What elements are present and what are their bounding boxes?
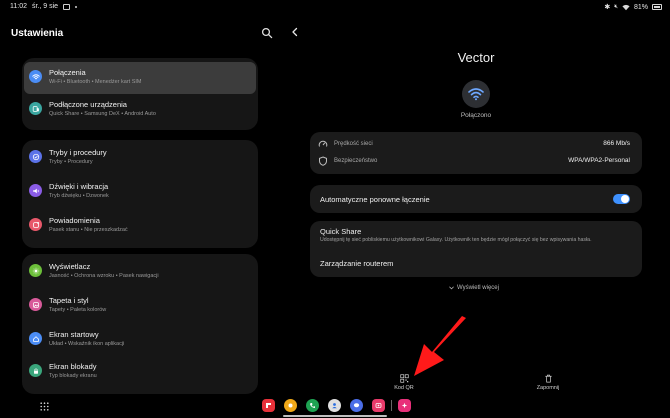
bixby-routines-app-icon[interactable] [398,399,411,412]
dock-separator [391,400,392,411]
home-screen-icon [29,332,42,345]
clock: 11:02 [10,3,27,10]
quick-share-title: Quick Share [320,227,362,236]
sidebar-item-label: Dźwięki i wibracja [49,182,109,191]
lock-icon [29,364,42,377]
sidebar-item-connected-devices[interactable]: Podłączone urządzenia Quick Share • Sams… [24,94,256,126]
taskbar [0,395,670,418]
network-wifi-badge [462,80,490,108]
sidebar-item-sublabel: Wi-Fi • Bluetooth • Menedżer kart SIM [49,79,142,85]
network-speed-label: Prędkość sieci [334,141,373,147]
quick-share-row[interactable]: Quick Share Udostępnij tę sieć pobliskie… [310,221,642,249]
mute-icon: 🔇︎ [614,3,618,10]
qr-code-icon [399,374,409,383]
auto-reconnect-label: Automatyczne ponowne łączenie [320,195,430,204]
battery-icon [652,4,662,10]
sidebar-item-modes[interactable]: Tryby i procedury Tryby • Procedury [24,142,256,174]
modes-icon [29,150,42,163]
red-arrow-annotation [414,316,466,376]
sidebar-item-label: Ekran startowy [49,330,99,339]
screen-recorder-app-icon[interactable] [372,399,385,412]
sidebar-item-sublabel: Typ blokady ekranu [49,373,97,379]
sidebar-item-label: Wyświetlacz [49,262,91,271]
network-name: Vector [457,50,495,65]
network-speed-value: 866 Mb/s [603,140,630,147]
gallery-app-icon[interactable] [284,399,297,412]
sidebar-item-sublabel: Tryby • Procedury [49,159,93,165]
shield-icon [319,156,327,166]
network-security-row: Bezpieczeństwo WPA/WPA2-Personal [310,153,642,171]
flipboard-app-icon[interactable] [262,399,275,412]
sidebar-item-sublabel: Układ • Wskaźnik ikon aplikacji [49,341,125,347]
sidebar-item-label: Połączenia [49,68,86,77]
bluetooth-icon: ✱ [604,4,611,11]
wallpaper-icon [29,298,42,311]
quick-share-description: Udostępnij tę sieć pobliskiemu użytkowni… [320,237,592,243]
sidebar-item-sublabel: Tapety • Paleta kolorów [49,307,107,313]
sidebar-item-label: Podłączone urządzenia [49,100,127,109]
qr-code-label: Kod QR [394,385,414,391]
devices-icon [29,102,42,115]
auto-reconnect-card[interactable]: Automatyczne ponowne łączenie [310,185,642,213]
router-management-row[interactable]: Zarządzanie routerem [310,253,642,275]
forget-network-button[interactable]: Zapomnij [528,374,568,391]
more-notifications-icon [75,5,78,8]
back-arrow-icon[interactable] [289,26,301,38]
trash-icon [544,374,552,383]
sidebar-item-label: Tryby i procedury [49,148,107,157]
sidebar-item-label: Tapeta i styl [49,296,89,305]
sidebar-item-home-screen[interactable]: Ekran startowy Układ • Wskaźnik ikon apl… [24,324,256,356]
contacts-app-icon[interactable] [328,399,341,412]
network-speed-row: Prędkość sieci 866 Mb/s [310,136,642,154]
gallery-notification-icon [63,3,71,10]
notification-icon [29,218,42,231]
network-security-label: Bezpieczeństwo [334,158,378,164]
search-icon[interactable] [261,27,273,39]
sidebar-item-sublabel: Quick Share • Samsung DeX • Android Auto [49,111,156,117]
forget-network-label: Zapomnij [536,385,560,391]
wifi-status-icon [622,4,630,10]
page-title: Ustawienia [11,28,64,39]
show-more-label: Wyświetl więcej [457,285,499,291]
sidebar-item-display[interactable]: Wyświetlacz Jasność • Ochrona wzroku • P… [24,256,256,288]
sidebar-item-connections[interactable]: Połączenia Wi-Fi • Bluetooth • Menedżer … [24,62,256,94]
sidebar-item-label: Ekran blokady [49,362,97,371]
settings-panel: Ustawienia Połączenia Wi-Fi • Bluetooth … [0,14,280,394]
network-actions-card: Quick Share Udostępnij tę sieć pobliskie… [310,221,642,277]
wifi-icon [29,70,42,83]
sidebar-item-wallpaper[interactable]: Tapeta i styl Tapety • Paleta kolorów [24,290,256,322]
sidebar-item-sublabel: Pasek stanu • Nie przeszkadzać [49,227,128,233]
sound-icon [29,184,42,197]
sidebar-item-lock-screen[interactable]: Ekran blokady Typ blokady ekranu [24,356,256,388]
date: śr., 9 sie [32,3,59,10]
network-security-value: WPA/WPA2-Personal [568,157,630,164]
sidebar-item-sounds[interactable]: Dźwięki i wibracja Tryb dźwięku • Dzwone… [24,176,256,208]
home-indicator[interactable] [283,415,387,417]
show-more-button[interactable]: Wyświetl więcej [449,285,499,291]
phone-app-icon[interactable] [306,399,319,412]
sidebar-item-sublabel: Tryb dźwięku • Dzwonek [49,193,109,199]
status-bar: 11:02 śr., 9 sie ✱ 🔇︎ 81% [0,0,670,14]
router-management-label: Zarządzanie routerem [320,259,394,268]
chevron-down-icon [449,286,454,290]
messages-app-icon[interactable] [350,399,363,412]
speed-gauge-icon [318,140,328,147]
battery-percent: 81% [633,3,648,11]
network-details-card: Prędkość sieci 866 Mb/s Bezpieczeństwo W… [310,132,642,174]
apps-grid-icon[interactable] [40,402,49,411]
wifi-icon [468,88,484,101]
connection-status: Połączono [460,112,492,119]
sidebar-item-sublabel: Jasność • Ochrona wzroku • Pasek nawigac… [49,273,159,279]
sidebar-item-notifications[interactable]: Powiadomienia Pasek stanu • Nie przeszka… [24,210,256,242]
sidebar-item-label: Powiadomienia [49,216,100,225]
display-icon [29,264,42,277]
auto-reconnect-toggle[interactable] [613,194,630,204]
